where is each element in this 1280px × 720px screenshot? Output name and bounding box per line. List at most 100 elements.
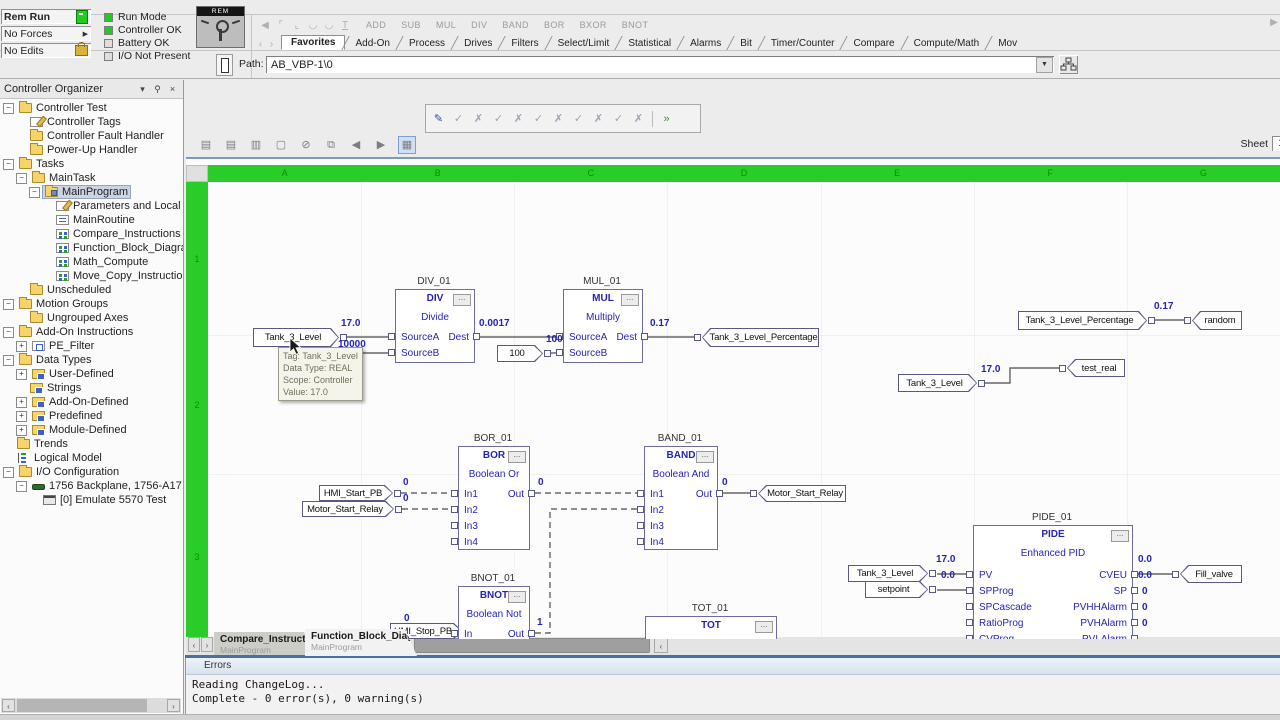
- path-combobox[interactable]: AB_VBP-1\0 ▼: [266, 56, 1054, 73]
- iref-tool-icon[interactable]: ◡: [305, 20, 321, 31]
- organizer-menu-icon[interactable]: ▾: [136, 84, 149, 95]
- tree-item-add-on-instructions[interactable]: −Add-On Instructions: [0, 325, 183, 339]
- tree-item-ungrouped-axes[interactable]: Ungrouped Axes: [0, 311, 183, 325]
- sheet-properties-icon[interactable]: ⧉: [323, 137, 339, 153]
- ref-output-pin[interactable]: [395, 506, 402, 513]
- collapse-icon[interactable]: −: [16, 173, 27, 184]
- instr-button-bnot[interactable]: BNOT: [619, 20, 652, 30]
- next-sheet-icon[interactable]: ▶: [373, 137, 389, 153]
- block-input-pin[interactable]: [637, 538, 644, 545]
- tree-item-content[interactable]: Compare_Instructions: [54, 228, 183, 240]
- tree-item-content[interactable]: Power-Up Handler: [28, 144, 139, 156]
- expand-icon[interactable]: +: [16, 411, 27, 422]
- palette-tab-mov[interactable]: Mov: [989, 37, 1026, 50]
- tree-item-content[interactable]: Unscheduled: [28, 284, 113, 296]
- palette-tab-compute-math[interactable]: Compute/Math: [905, 37, 989, 50]
- tree-item-content[interactable]: Motion Groups: [17, 298, 110, 310]
- block-properties-button[interactable]: ...: [755, 621, 773, 633]
- tree-item-unscheduled[interactable]: Unscheduled: [0, 283, 183, 297]
- tree-item-content[interactable]: PE_Filter: [30, 340, 96, 352]
- ref-hmi-start-pb[interactable]: HMI_Start_PB: [319, 485, 393, 501]
- block-output-pin[interactable]: [528, 490, 535, 497]
- tree-item-content[interactable]: Math_Compute: [54, 256, 150, 268]
- block-output-pin[interactable]: [641, 333, 648, 340]
- tree-item-mainprogram[interactable]: −MainProgram: [0, 185, 183, 199]
- tree-item-content[interactable]: Add-On-Defined: [30, 396, 131, 408]
- scroll-left-icon[interactable]: ‹: [654, 638, 668, 653]
- tree-item-function-block-diagram[interactable]: Function_Block_Diagram: [0, 241, 183, 255]
- block-input-pin[interactable]: [637, 506, 644, 513]
- abandon-edits-icon[interactable]: ✗: [630, 110, 647, 128]
- block-output-pin[interactable]: [1131, 571, 1138, 578]
- tree-item-content[interactable]: 1756 Backplane, 1756-A17: [30, 480, 183, 492]
- ref-test-real[interactable]: test_real: [1067, 359, 1125, 377]
- ref-setpoint[interactable]: setpoint: [865, 581, 928, 598]
- assemble-edits-icon[interactable]: ✓: [570, 110, 587, 128]
- grid-toggle-icon[interactable]: ▦: [398, 136, 416, 154]
- tabs-scroll-right-icon[interactable]: ›: [201, 637, 213, 652]
- block-input-pin[interactable]: [556, 349, 563, 356]
- block-input-pin[interactable]: [451, 538, 458, 545]
- accept-edits-icon[interactable]: ✓: [490, 110, 507, 128]
- tree-item-content[interactable]: MainRoutine: [54, 214, 137, 226]
- ref-tank-3-level-percentage[interactable]: Tank_3_Level_Percentage: [702, 328, 819, 347]
- collapse-icon[interactable]: −: [3, 327, 14, 338]
- fbd-block-bor-01[interactable]: BOR...Boolean OrIn1In2In3In4Out: [458, 446, 530, 550]
- ref-input-pin[interactable]: [1172, 571, 1179, 578]
- tree-item-maintask[interactable]: −MainTask: [0, 171, 183, 185]
- palette-tab-process[interactable]: Process: [400, 37, 454, 50]
- tree-item-controller-test[interactable]: −Controller Test: [0, 101, 183, 115]
- tree-item-content[interactable]: Ungrouped Axes: [28, 312, 130, 324]
- block-properties-button[interactable]: ...: [696, 451, 714, 463]
- ref-output-pin[interactable]: [1148, 317, 1155, 324]
- collapse-icon[interactable]: −: [3, 355, 14, 366]
- tree-item-content[interactable]: Module-Defined: [30, 424, 129, 436]
- sheet-number-input[interactable]: 1: [1272, 136, 1280, 151]
- tree-item-add-on-defined[interactable]: +Add-On-Defined: [0, 395, 183, 409]
- palette-tab-timer-counter[interactable]: Timer/Counter: [762, 37, 844, 50]
- tree-item-content[interactable]: Controller Fault Handler: [28, 130, 166, 142]
- collapse-icon[interactable]: −: [3, 467, 14, 478]
- branch-tool-icon[interactable]: ⌜: [273, 20, 289, 31]
- collapse-icon[interactable]: −: [29, 187, 40, 198]
- block-properties-button[interactable]: ...: [508, 591, 526, 603]
- tree-item-compare-instructions[interactable]: Compare_Instructions: [0, 227, 183, 241]
- palette-tab-add-on[interactable]: Add-On: [346, 37, 398, 50]
- tree-item-power-up-handler[interactable]: Power-Up Handler: [0, 143, 183, 157]
- fbd-block-mul-01[interactable]: MUL...MultiplySourceASourceBDest: [563, 289, 643, 363]
- who-active-button[interactable]: [1059, 55, 1078, 74]
- tree-item-strings[interactable]: Strings: [0, 381, 183, 395]
- wire-tool-icon[interactable]: ⌞: [289, 20, 305, 31]
- ref-input-pin[interactable]: [1059, 365, 1066, 372]
- instr-button-mul[interactable]: MUL: [433, 20, 459, 30]
- block-output-pin[interactable]: [1131, 619, 1138, 626]
- fbd-block-bnot-01[interactable]: BNOT...Boolean NotInOut: [458, 586, 530, 639]
- tabs-scroll-right-icon[interactable]: ›: [266, 39, 277, 50]
- ref-input-pin[interactable]: [694, 334, 701, 341]
- collapse-icon[interactable]: −: [16, 481, 27, 492]
- tree-item-content[interactable]: MainTask: [30, 172, 97, 184]
- instr-button-div[interactable]: DIV: [468, 20, 490, 30]
- tree-item-i-o-configuration[interactable]: −I/O Configuration: [0, 465, 183, 479]
- instr-button-band[interactable]: BAND: [499, 20, 532, 30]
- block-input-pin[interactable]: [451, 522, 458, 529]
- tree-item-content[interactable]: Controller Test: [17, 102, 109, 114]
- scrollbar-thumb[interactable]: [17, 699, 147, 712]
- block-input-pin[interactable]: [966, 619, 973, 626]
- tree-item-controller-tags[interactable]: Controller Tags: [0, 115, 183, 129]
- fbd-canvas[interactable]: ABCDEFG123Tank_3_Level100Tank_3_Level_Pe…: [186, 157, 1280, 639]
- scroll-left-icon[interactable]: ‹: [2, 699, 15, 712]
- tree-item-controller-fault-handler[interactable]: Controller Fault Handler: [0, 129, 183, 143]
- block-input-pin[interactable]: [966, 635, 973, 639]
- ref-random[interactable]: random: [1192, 311, 1242, 330]
- ref-motor-start-relay[interactable]: Motor_Start_Relay: [758, 485, 846, 502]
- collapse-icon[interactable]: −: [3, 299, 14, 310]
- organizer-hscrollbar[interactable]: ‹ ›: [1, 698, 181, 713]
- oref-tool-icon[interactable]: ◡: [321, 20, 337, 31]
- untest-accepted-edits-icon[interactable]: ✗: [550, 110, 567, 128]
- instr-button-bor[interactable]: BOR: [541, 20, 568, 30]
- prev-sheet-icon[interactable]: ◀: [348, 137, 364, 153]
- block-properties-button[interactable]: ...: [1111, 530, 1129, 542]
- block-output-pin[interactable]: [1131, 587, 1138, 594]
- new-sheet-icon[interactable]: ▢: [273, 137, 289, 153]
